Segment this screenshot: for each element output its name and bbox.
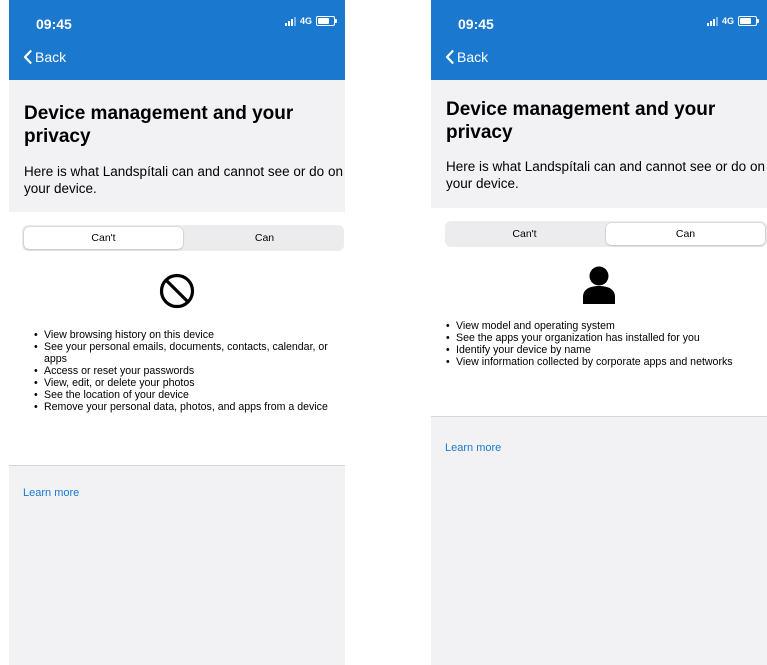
tab-cant[interactable]: Can't (445, 221, 604, 247)
status-indicators: 4G (284, 16, 337, 26)
no-entry-icon (159, 273, 195, 309)
phone-screen-can: 09:45 4G Back Device management and your… (431, 0, 767, 665)
list-item: See your personal emails, documents, con… (34, 341, 339, 365)
person-icon (583, 266, 615, 304)
can-list: View model and operating system See the … (446, 320, 751, 368)
tab-cant[interactable]: Can't (24, 227, 183, 249)
chevron-left-icon (23, 50, 32, 64)
status-time: 09:45 (458, 16, 494, 32)
back-button[interactable]: Back (23, 49, 66, 65)
page-description: Here is what Landspítali can and cannot … (446, 159, 765, 191)
privacy-header: Device management and your privacy Here … (431, 80, 767, 209)
app-header-bar: 09:45 4G Back (431, 0, 767, 80)
signal-icon (284, 16, 296, 26)
list-item: View information collected by corporate … (446, 356, 751, 368)
battery-icon (316, 16, 337, 26)
privacy-segmented-control: Can't Can (22, 225, 344, 251)
tab-can[interactable]: Can (606, 223, 765, 245)
signal-icon (706, 16, 718, 26)
list-item: View model and operating system (446, 320, 751, 332)
status-time: 09:45 (36, 16, 72, 32)
network-type: 4G (299, 16, 312, 26)
list-item: Access or reset your passwords (34, 365, 339, 377)
back-label: Back (457, 49, 489, 65)
list-item: See the location of your device (34, 389, 339, 401)
status-indicators: 4G (706, 16, 759, 26)
chevron-left-icon (445, 50, 454, 64)
back-button[interactable]: Back (445, 49, 488, 65)
learn-more-link[interactable]: Learn more (445, 442, 501, 454)
app-header-bar: 09:45 4G Back (9, 0, 345, 80)
back-label: Back (35, 49, 67, 65)
page-title: Device management and your privacy (24, 103, 294, 147)
phone-screen-cant: 09:45 4G Back Device management and your… (9, 0, 345, 665)
privacy-content: Can't Can View browsing history on this … (9, 212, 345, 466)
network-type: 4G (721, 16, 734, 26)
list-item: See the apps your organization has insta… (446, 332, 751, 344)
privacy-content: Can't Can View model and operating syste… (431, 208, 767, 417)
list-item: View, edit, or delete your photos (34, 377, 339, 389)
cant-list: View browsing history on this device See… (34, 329, 339, 413)
tab-can[interactable]: Can (185, 225, 344, 251)
page-description: Here is what Landspítali can and cannot … (24, 164, 343, 196)
privacy-header: Device management and your privacy Here … (9, 80, 345, 213)
page-title: Device management and your privacy (446, 99, 716, 143)
list-item: View browsing history on this device (34, 329, 339, 341)
privacy-segmented-control: Can't Can (445, 221, 767, 247)
list-item: Remove your personal data, photos, and a… (34, 401, 339, 413)
list-item: Identify your device by name (446, 344, 751, 356)
battery-icon (738, 16, 759, 26)
learn-more-link[interactable]: Learn more (23, 487, 79, 499)
